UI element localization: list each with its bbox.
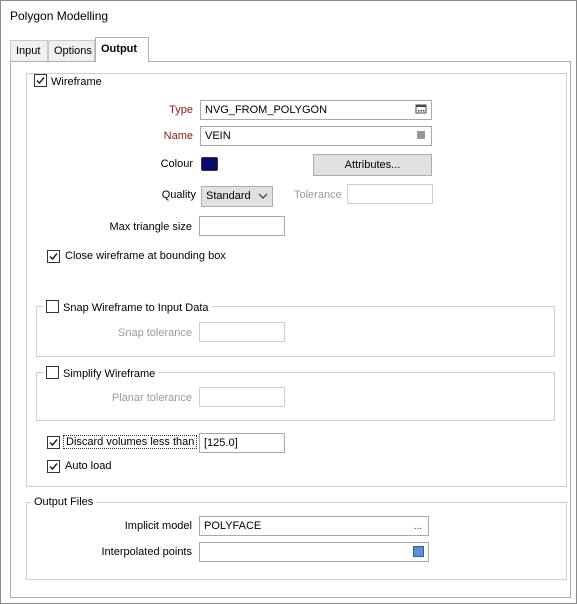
snap-checkbox[interactable] — [46, 300, 59, 313]
planar-tolerance-label: Planar tolerance — [111, 392, 192, 404]
output-panel: Wireframe Type NVG_FROM_POLYGON Name VEI… — [10, 61, 571, 598]
close-wireframe-checkbox[interactable] — [47, 250, 60, 263]
implicit-model-value: POLYFACE — [204, 520, 262, 532]
wireframe-legend: Wireframe — [31, 74, 105, 88]
autoload-checkbox[interactable] — [47, 460, 60, 473]
simplify-label: Simplify Wireframe — [63, 368, 156, 380]
output-files-legend: Output Files — [31, 496, 97, 508]
wireframe-label: Wireframe — [51, 76, 102, 88]
type-value: NVG_FROM_POLYGON — [205, 104, 328, 116]
polygon-modelling-window: Polygon Modelling Input Options Output W… — [0, 0, 577, 604]
name-label: Name — [163, 130, 193, 142]
chevron-down-icon — [258, 191, 268, 204]
type-field[interactable]: NVG_FROM_POLYGON — [200, 100, 432, 120]
tab-output[interactable]: Output — [95, 37, 149, 62]
implicit-model-field[interactable]: POLYFACE ... — [199, 516, 429, 536]
tolerance-field[interactable] — [347, 184, 433, 204]
file-picker-icon[interactable] — [411, 546, 425, 560]
tab-input[interactable]: Input — [10, 40, 48, 61]
browse-icon[interactable] — [414, 103, 428, 117]
discard-label: Discard volumes less than — [63, 435, 198, 449]
planar-tolerance-field[interactable] — [199, 387, 285, 407]
window-title: Polygon Modelling — [10, 9, 109, 23]
list-icon[interactable] — [414, 129, 428, 143]
max-triangle-field[interactable] — [199, 216, 285, 236]
discard-checkbox[interactable] — [47, 436, 60, 449]
wireframe-checkbox[interactable] — [34, 74, 47, 87]
name-value: VEIN — [205, 130, 231, 142]
autoload-label: Auto load — [65, 460, 112, 472]
close-wireframe-label: Close wireframe at bounding box — [65, 250, 226, 262]
colour-label: Colour — [160, 158, 193, 170]
quality-label: Quality — [161, 189, 196, 201]
tab-options[interactable]: Options — [48, 40, 95, 61]
tolerance-label: Tolerance — [294, 189, 342, 201]
name-field[interactable]: VEIN — [200, 126, 432, 146]
snap-tolerance-label: Snap tolerance — [118, 327, 192, 339]
type-label: Type — [169, 104, 193, 116]
output-files-group — [26, 502, 567, 580]
attributes-button[interactable]: Attributes... — [313, 154, 432, 176]
implicit-model-label: Implicit model — [124, 520, 192, 532]
simplify-checkbox[interactable] — [46, 366, 59, 379]
quality-select[interactable]: Standard — [201, 186, 273, 207]
interpolated-points-field[interactable] — [199, 542, 429, 562]
colour-swatch[interactable] — [201, 157, 218, 171]
max-triangle-label: Max triangle size — [109, 221, 192, 233]
simplify-legend: Simplify Wireframe — [43, 366, 159, 380]
ellipsis-icon[interactable]: ... — [411, 520, 425, 534]
quality-value: Standard — [206, 190, 251, 202]
discard-value-field[interactable]: [125.0] — [199, 433, 285, 453]
snap-legend: Snap Wireframe to Input Data — [43, 300, 212, 314]
snap-tolerance-field[interactable] — [199, 322, 285, 342]
snap-label: Snap Wireframe to Input Data — [63, 302, 209, 314]
interpolated-points-label: Interpolated points — [101, 546, 192, 558]
